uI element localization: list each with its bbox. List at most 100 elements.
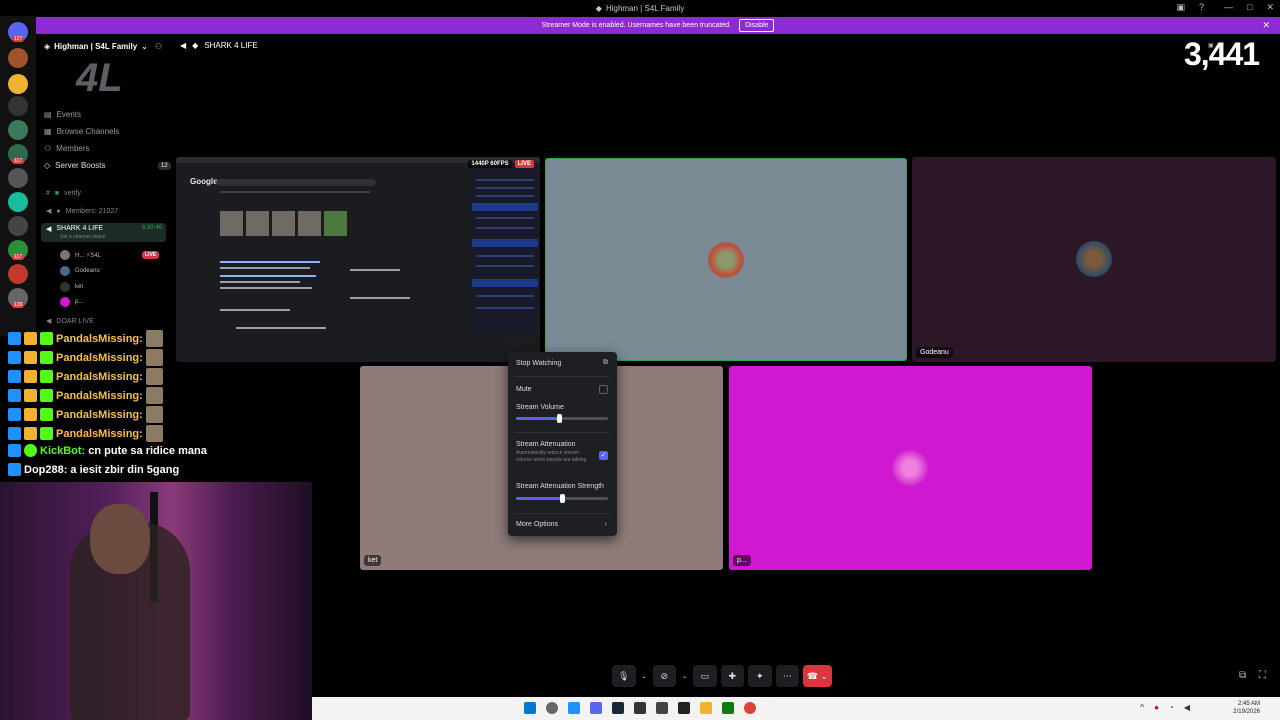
chevron-down-icon[interactable]: ⌄	[680, 665, 689, 687]
server-name-header[interactable]: ◈ Highman | S4L Family ⌄	[44, 42, 148, 51]
badge-icon	[24, 389, 37, 402]
activities-icon[interactable]: ✚	[720, 665, 745, 687]
hang-up-button[interactable]: ☎ ⌄	[803, 665, 832, 687]
nav-events[interactable]: ▤ Events	[44, 110, 81, 119]
unread-badge: 117	[12, 254, 24, 260]
taskbar-app-icon[interactable]	[744, 702, 756, 714]
mixer-header	[472, 203, 538, 211]
soundboard-icon[interactable]: ✦	[748, 665, 772, 687]
volume-icon[interactable]: ◀	[1184, 703, 1190, 712]
server-name: Highman | S4L Family	[54, 42, 138, 51]
nav-browse-channels[interactable]: ▦ Browse Channels	[44, 127, 119, 136]
screen-share-icon[interactable]: ▭	[693, 665, 717, 687]
more-options-item[interactable]: More Options	[516, 521, 558, 528]
voice-member[interactable]: Godeanu	[60, 266, 100, 276]
channel-members-count[interactable]: ◀ ● Members: 21027	[46, 207, 118, 216]
help-icon[interactable]: ?	[1199, 2, 1204, 13]
invite-icon[interactable]: ⚇	[155, 42, 162, 51]
fullscreen-icon[interactable]: ⛶	[1259, 670, 1266, 681]
checkmark-icon: ■	[54, 190, 60, 197]
members-icon: ⚇	[44, 144, 52, 153]
clock-time: 2:45 AM	[1237, 701, 1260, 707]
disable-streamer-mode-button[interactable]: Disable	[739, 19, 775, 32]
server-icon[interactable]	[8, 74, 28, 94]
server-icon[interactable]	[8, 96, 28, 116]
attenuation-checkbox[interactable]: ✓	[599, 451, 608, 460]
inbox-icon[interactable]: ▣	[1176, 2, 1185, 13]
banner-close-icon[interactable]: ✕	[1262, 20, 1270, 31]
speaker-icon: ◀	[46, 208, 52, 215]
result-image	[324, 211, 347, 236]
call-header: ◀ ◆ SHARK 4 LIFE	[180, 41, 258, 50]
nav-members[interactable]: ⚇ Members	[44, 144, 90, 153]
server-icon[interactable]	[8, 216, 28, 236]
channel-row: ◀ SHARK 4 LIFE 6:30:46	[46, 225, 166, 233]
channel-verify[interactable]: # ■ verify	[46, 190, 81, 197]
microphone-icon[interactable]: 🎙	[612, 665, 636, 687]
server-icon[interactable]	[8, 168, 28, 188]
discord-taskbar-icon[interactable]	[590, 702, 602, 714]
mute-item[interactable]: Mute	[516, 386, 532, 393]
slider-handle[interactable]	[560, 494, 565, 503]
chevron-right-icon: ›	[604, 521, 607, 528]
taskbar-app-icon[interactable]	[612, 702, 624, 714]
streamer-mode-banner: Streamer Mode is enabled. Usernames have…	[36, 17, 1280, 34]
result-text	[350, 269, 400, 271]
attenuation-strength-slider[interactable]	[516, 494, 608, 503]
channel-shark-4-life[interactable]: ◀ SHARK 4 LIFE 6:30:46 Set a channel sta…	[41, 223, 166, 242]
participant-tile-speaking[interactable]	[545, 158, 907, 361]
maximize-icon[interactable]: □	[1247, 2, 1252, 13]
server-icon[interactable]	[8, 48, 28, 68]
more-icon[interactable]: ⋯	[775, 665, 800, 687]
system-tray: ^ ● ◔ ◀	[1140, 703, 1190, 712]
voice-member[interactable]: ket	[60, 282, 83, 292]
minimize-icon[interactable]: —	[1224, 2, 1233, 13]
participant-tile[interactable]: p...	[729, 366, 1092, 570]
badge-icon	[40, 351, 53, 364]
badge-icon	[40, 408, 53, 421]
close-icon[interactable]: ✕	[1266, 2, 1274, 13]
boost-count: 12	[158, 161, 171, 170]
participant-tile[interactable]: Godeanu	[912, 157, 1276, 362]
server-icon[interactable]	[8, 264, 28, 284]
mixer-line	[476, 217, 534, 219]
badge-icon	[8, 389, 21, 402]
system-clock[interactable]: 2:45 AM 2/19/2026	[1233, 700, 1260, 716]
channel-title: SHARK 4 LIFE	[204, 41, 258, 50]
voice-member[interactable]: p...	[60, 297, 83, 307]
wifi-icon[interactable]: ◔	[1169, 703, 1174, 712]
participant-avatar	[892, 450, 928, 486]
taskbar-app-icon[interactable]	[700, 702, 712, 714]
stop-watching-item[interactable]: Stop Watching	[516, 360, 561, 367]
taskbar-app-icon[interactable]	[722, 702, 734, 714]
mute-checkbox[interactable]	[599, 385, 608, 394]
badge-icon	[40, 427, 53, 440]
stream-attenuation-item[interactable]: Stream Attenuation	[516, 441, 576, 448]
taskbar-app-icon[interactable]	[656, 702, 668, 714]
start-icon[interactable]	[524, 702, 536, 714]
mixer-line	[476, 255, 534, 257]
popout-icon[interactable]: ⧉	[603, 359, 608, 367]
server-rail: 127 117 117 129	[0, 16, 36, 336]
result-text	[220, 309, 290, 311]
search-icon[interactable]	[546, 702, 558, 714]
taskbar-app-icon[interactable]	[678, 702, 690, 714]
stream-volume-slider[interactable]	[516, 414, 608, 423]
channel-status[interactable]: Set a channel status	[46, 234, 105, 240]
voice-member[interactable]: H... ⚡S4L LIVE	[60, 250, 160, 260]
taskbar-app-icon[interactable]	[568, 702, 580, 714]
channel-doar-live[interactable]: ◀ DOAR LIVE	[46, 317, 94, 326]
server-icon[interactable]	[8, 192, 28, 212]
camera-off-icon[interactable]: ⊘	[652, 665, 677, 687]
server-icon[interactable]	[8, 120, 28, 140]
microphone-icon[interactable]: ●	[1154, 703, 1159, 712]
chevron-down-icon[interactable]: ⌄	[640, 665, 649, 687]
nav-server-boosts[interactable]: ◇ Server Boosts 12	[44, 161, 171, 170]
chevron-up-icon[interactable]: ^	[1140, 703, 1144, 712]
popout-icon[interactable]: ⧉	[1239, 670, 1246, 681]
slider-handle[interactable]	[557, 414, 563, 423]
channel-label: SHARK 4 LIFE	[56, 225, 104, 232]
taskbar-app-icon[interactable]	[634, 702, 646, 714]
participant-name: p...	[733, 555, 751, 566]
emote-icon	[145, 368, 163, 385]
